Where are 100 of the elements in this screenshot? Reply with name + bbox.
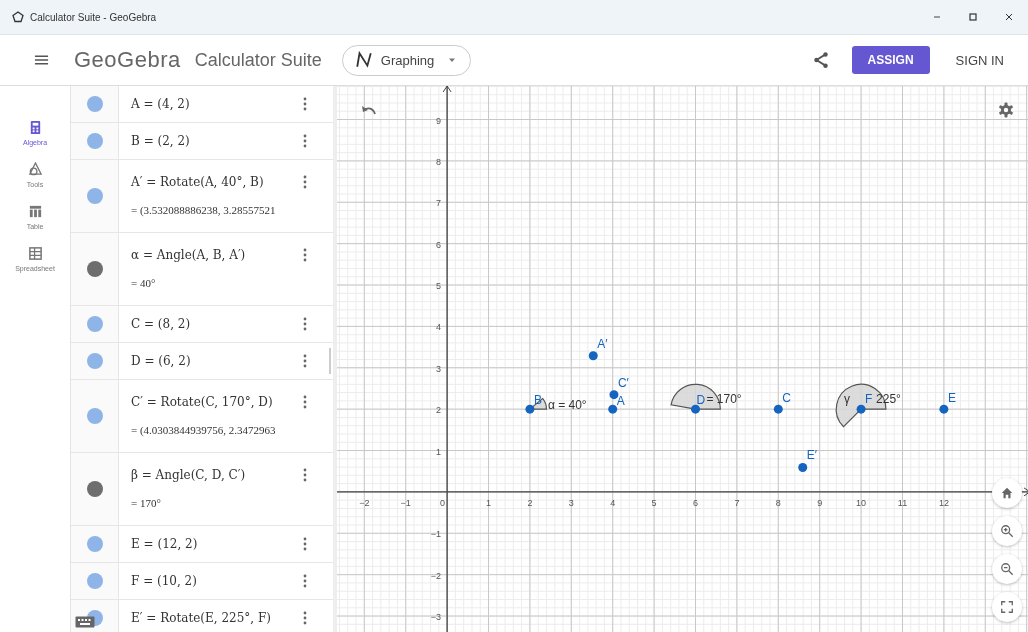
visibility-dot[interactable]: [86, 353, 103, 369]
assign-button[interactable]: ASSIGN: [851, 46, 930, 74]
algebra-input[interactable]: α = Angle(A, B, A′): [131, 248, 246, 262]
settings-icon[interactable]: [998, 102, 1014, 118]
algebra-input[interactable]: C′ = Rotate(C, 170°, D): [131, 395, 273, 409]
zoom-out-button[interactable]: [992, 554, 1022, 584]
share-icon[interactable]: [811, 51, 830, 69]
x-tick-label: 9: [817, 497, 823, 508]
visibility-dot[interactable]: [86, 536, 103, 552]
algebra-output: = 40°: [131, 276, 157, 290]
visibility-dot[interactable]: [86, 316, 103, 332]
algebra-output: = 170°: [131, 496, 162, 510]
algebra-input[interactable]: E′ = Rotate(E, 225°, F): [131, 611, 271, 625]
angle-label: = 170°: [706, 392, 742, 407]
point[interactable]: [525, 404, 535, 414]
x-tick-label: −1: [400, 497, 411, 508]
x-tick-label: 2: [527, 497, 533, 508]
visibility-dot[interactable]: [86, 573, 103, 589]
x-tick-label: 12: [938, 497, 949, 508]
y-tick-label: 8: [436, 156, 442, 167]
more-icon[interactable]: [303, 134, 307, 148]
point-label: A: [616, 394, 625, 409]
window-title: Calculator Suite - GeoGebra: [30, 11, 157, 23]
app-icon: [12, 11, 24, 23]
app-switcher[interactable]: Graphing: [341, 44, 472, 76]
point[interactable]: [608, 404, 618, 414]
algebra-input[interactable]: C = (8, 2): [131, 317, 191, 331]
keyboard-icon[interactable]: [75, 616, 95, 628]
more-icon[interactable]: [303, 537, 307, 551]
point[interactable]: [773, 404, 783, 414]
point-label: C: [782, 391, 791, 406]
x-tick-label: 1: [486, 497, 491, 508]
visibility-dot[interactable]: [86, 133, 103, 149]
algebra-input[interactable]: A = (4, 2): [131, 97, 190, 111]
y-tick-label: −2: [430, 570, 442, 581]
fullscreen-icon: [1000, 600, 1014, 614]
point[interactable]: [588, 351, 598, 361]
more-icon[interactable]: [303, 248, 307, 262]
more-icon[interactable]: [303, 395, 307, 409]
angle-label: α = 40°: [547, 398, 587, 413]
more-icon[interactable]: [303, 574, 307, 588]
x-tick-label: 5: [651, 497, 657, 508]
y-tick-label: 6: [436, 239, 442, 250]
more-icon[interactable]: [303, 468, 307, 482]
algebra-input[interactable]: E = (12, 2): [131, 537, 198, 551]
caret-icon: [448, 56, 457, 64]
undo-icon[interactable]: [361, 104, 377, 116]
point-label: D: [696, 393, 706, 408]
zoom-in-button[interactable]: [992, 516, 1022, 546]
more-icon[interactable]: [303, 317, 307, 331]
visibility-dot[interactable]: [86, 481, 103, 497]
home-button[interactable]: [992, 478, 1022, 508]
algebra-output: = (4.0303844939756, 2.3472963: [131, 423, 277, 437]
graph-icon: [354, 51, 373, 69]
fullscreen-button[interactable]: [992, 592, 1022, 622]
sign-in-button[interactable]: SIGN IN: [941, 52, 1028, 68]
zoom-in-icon: [1000, 524, 1014, 538]
algebra-output: = (3.532088886238, 3.28557521: [131, 203, 277, 217]
more-icon[interactable]: [303, 611, 307, 625]
algebra-input[interactable]: D = (6, 2): [131, 354, 191, 368]
point[interactable]: [939, 404, 949, 414]
zoom-out-icon: [1000, 562, 1014, 576]
y-tick-label: 5: [436, 281, 442, 291]
point-label: E′: [806, 448, 817, 463]
maximize-icon[interactable]: [968, 12, 978, 22]
visibility-dot[interactable]: [86, 188, 103, 204]
x-tick-label: 6: [693, 497, 698, 508]
more-icon[interactable]: [303, 354, 307, 368]
point[interactable]: [691, 404, 700, 414]
y-tick-label: −3: [430, 612, 442, 623]
y-tick-label: 9: [436, 115, 442, 126]
algebra-input[interactable]: A′ = Rotate(A, 40°, B): [131, 175, 264, 189]
menu-icon[interactable]: [34, 54, 49, 66]
scroll-thumb[interactable]: [329, 348, 331, 374]
home-icon: [1000, 486, 1014, 500]
y-tick-label: 2: [436, 405, 442, 416]
x-tick-label: 3: [568, 497, 574, 508]
y-tick-label: 7: [436, 198, 442, 209]
point-label: F: [865, 392, 873, 407]
point[interactable]: [798, 463, 808, 472]
visibility-dot[interactable]: [86, 96, 103, 112]
y-tick-label: 4: [436, 322, 442, 333]
point[interactable]: [609, 390, 619, 400]
y-tick-label: 1: [436, 446, 442, 457]
visibility-dot[interactable]: [86, 408, 103, 424]
more-icon[interactable]: [303, 175, 307, 189]
y-tick-label: 3: [436, 363, 442, 374]
visibility-dot[interactable]: [86, 261, 103, 277]
x-tick-label: 11: [897, 497, 908, 508]
x-tick-label: −2: [359, 497, 370, 508]
point[interactable]: [856, 404, 866, 414]
app-name: Calculator Suite: [194, 49, 322, 71]
point-label: C′: [617, 375, 629, 390]
more-icon[interactable]: [303, 97, 307, 111]
point-label: A′: [597, 336, 608, 351]
algebra-input[interactable]: B = (2, 2): [131, 134, 190, 148]
algebra-input[interactable]: β = Angle(C, D, C′): [131, 468, 246, 482]
algebra-input[interactable]: F = (10, 2): [131, 574, 197, 588]
close-icon[interactable]: [1004, 12, 1014, 22]
x-tick-label: 0: [440, 497, 446, 508]
